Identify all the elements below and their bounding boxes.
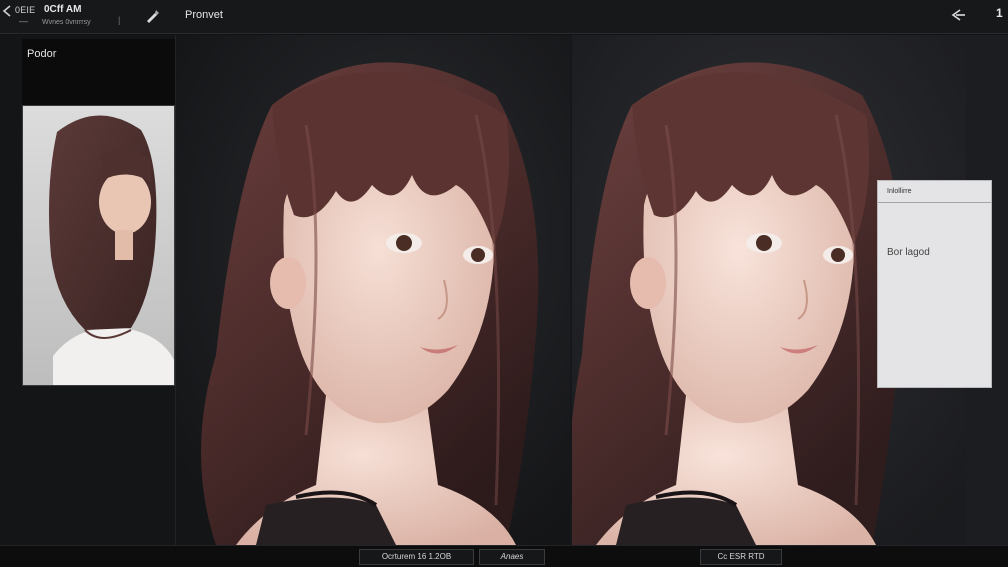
back-arrow-icon[interactable] (2, 5, 12, 17)
pen-tool-icon[interactable] (144, 8, 160, 24)
status-field[interactable]: Ocrturem 16 1.2OB (359, 549, 474, 565)
app-subtitle: Wvnes 0vnrrrsy (42, 19, 91, 26)
document-id: 0EIE (15, 5, 36, 15)
share-icon[interactable] (951, 8, 967, 22)
separator-pipe: | (118, 15, 121, 25)
info-card-header: Inlollirre (878, 181, 991, 203)
info-card-body: Bor lagod (887, 247, 930, 258)
top-toolbar: 0EIE — 0Cff AM Wvnes 0vnrrrsy | Pronvet … (0, 0, 1008, 34)
info-card: Inlollirre Bor lagod (877, 180, 992, 388)
separator-dash: — (19, 16, 28, 26)
image-thumbnail[interactable] (22, 105, 175, 386)
preview-original[interactable] (176, 35, 570, 545)
document-name[interactable]: Pronvet (185, 9, 223, 21)
mode-button[interactable]: Anaes (479, 549, 545, 565)
menu-button[interactable]: 1 (996, 6, 1003, 20)
panel-header: Podor (22, 39, 175, 105)
info-field[interactable]: Cc ESR RTD (700, 549, 782, 565)
app-title: 0Cff AM (44, 4, 82, 15)
left-panel: Podor (0, 35, 176, 545)
bottom-status-bar: Ocrturem 16 1.2OB Anaes Cc ESR RTD (0, 545, 1008, 567)
panel-title: Podor (27, 48, 57, 60)
